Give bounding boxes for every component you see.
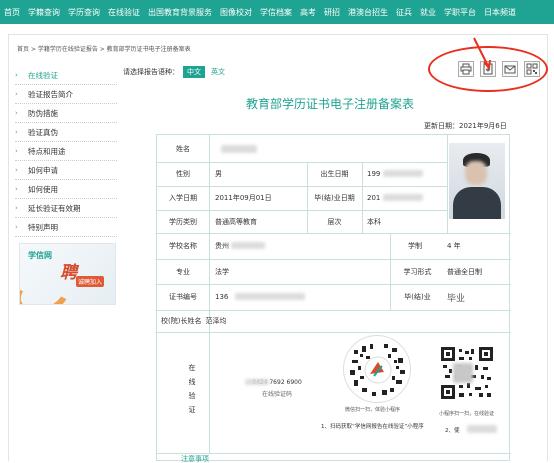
nav-item[interactable]: 在线验证 [108, 7, 140, 18]
president-label: 校(院)长姓名 范泽均 [161, 317, 227, 325]
birth-label: 出生日期 [320, 170, 349, 178]
graduation-redaction [383, 194, 423, 201]
registration-table: 姓名 性别 男 出生日期 199 入学日期 2011年09月01日 毕(结)业日… [156, 134, 511, 463]
name-redaction [221, 145, 257, 153]
sidebar-item[interactable]: › 在线验证 [15, 66, 117, 85]
verify-code-label: 在线验证码 [261, 391, 292, 398]
major-value: 法学 [215, 267, 229, 276]
duration-value: 4 年 [447, 242, 461, 250]
sidebar-item-label: 在线验证 [28, 71, 58, 80]
result-value: 毕业 [447, 293, 466, 304]
chevron-right-icon: › [15, 185, 18, 193]
sidebar-item-label: 如何使用 [28, 185, 58, 194]
sidebar: › 在线验证 › 验证报告简介 › 防伪措施 › 验证真伪 › 特点和用途 › 如何申请 › 如何使用 › 延… [15, 66, 117, 237]
chevron-right-icon: › [15, 166, 18, 174]
nav-item[interactable]: 出国教育背景服务 [148, 7, 212, 18]
annotation-circle [428, 46, 548, 92]
gender-label: 性别 [176, 170, 190, 178]
chevron-right-icon: › [15, 204, 18, 212]
language-english-button[interactable]: 英文 [211, 67, 225, 77]
school-redaction [231, 242, 265, 249]
sidebar-item-label: 特别声明 [28, 223, 58, 232]
sidebar-item-label: 防伪措施 [28, 109, 58, 118]
nav-item[interactable]: 就业 [420, 7, 436, 18]
birth-redaction [383, 170, 423, 177]
result-label: 毕(结)业 [404, 293, 431, 301]
sidebar-item-label: 延长验证有效期 [28, 204, 81, 213]
nav-item[interactable]: 高考 [300, 7, 316, 18]
nav-item[interactable]: 学历查询 [68, 7, 100, 18]
gender-value: 男 [215, 170, 222, 178]
update-date: 更新日期：2021年9月6日 [424, 122, 507, 130]
language-chinese-button[interactable]: 中文 [183, 66, 205, 78]
chevron-right-icon: › [15, 147, 18, 155]
student-photo [449, 143, 505, 219]
enroll-label: 入学日期 [169, 194, 197, 202]
sidebar-item-label: 验证报告简介 [28, 90, 73, 99]
certificate-label: 证书编号 [169, 293, 197, 301]
scan-step-1: 1、扫码获取“学信网报告在线验证”小程序 [321, 423, 424, 430]
sidebar-item[interactable]: › 特别声明 [15, 218, 117, 237]
nav-item[interactable]: 研招 [324, 7, 340, 18]
chevron-right-icon: › [15, 90, 18, 98]
mini-scan-hint: 小程序扫一扫，在线验证 [439, 411, 495, 417]
study-form-value: 普通全日制 [447, 267, 482, 276]
graduation-label: 毕(结)业日期 [314, 194, 355, 202]
online-verify-label: 在线验证 [188, 364, 196, 414]
nav-item[interactable]: 学籍查询 [28, 7, 60, 18]
document-title: 教育部学历证书电子注册备案表 [246, 97, 415, 111]
sidebar-item[interactable]: › 特点和用途 [15, 142, 117, 161]
nav-item[interactable]: 学信档案 [260, 7, 292, 18]
recruit-banner[interactable]: 学信网 聘 诚聘加入 [19, 243, 116, 305]
nav-item[interactable]: 首页 [4, 7, 20, 18]
banner-headline: 聘 [60, 263, 77, 283]
certificate-redaction [235, 293, 305, 300]
nav-item[interactable]: 图像校对 [220, 7, 252, 18]
verify-qr-redaction [453, 363, 473, 383]
sidebar-item[interactable]: › 验证报告简介 [15, 85, 117, 104]
chevron-right-icon: › [15, 223, 18, 231]
nav-item[interactable]: 征兵 [396, 7, 412, 18]
verify-code-redaction [245, 379, 269, 385]
sidebar-item[interactable]: › 如何申请 [15, 161, 117, 180]
nav-item[interactable]: 港澳台招生 [348, 7, 388, 18]
study-form-label: 学习形式 [403, 267, 432, 276]
sidebar-item-label: 特点和用途 [28, 147, 66, 156]
name-label: 姓名 [176, 144, 190, 153]
step-2-redaction [467, 425, 497, 433]
mini-program-qr[interactable] [343, 335, 411, 403]
school-label: 学校名称 [169, 242, 197, 250]
category-label: 学历类别 [169, 217, 197, 226]
wx-scan-hint: 微信扫一扫，体验小程序 [345, 407, 401, 413]
chevron-right-icon: › [15, 71, 18, 79]
sidebar-item[interactable]: › 延长验证有效期 [15, 199, 117, 218]
level-value: 本科 [367, 217, 381, 226]
chevron-right-icon: › [15, 128, 18, 136]
sidebar-item[interactable]: › 防伪措施 [15, 104, 117, 123]
top-nav: 首页 学籍查询 学历查询 在线验证 出国教育背景服务 图像校对 学信档案 高考 研招 港澳台招生征… [0, 0, 554, 24]
chevron-right-icon: › [15, 109, 18, 117]
level-label: 层次 [327, 217, 342, 226]
category-value: 普通高等教育 [215, 217, 257, 226]
duration-label: 学制 [408, 242, 422, 250]
banner-subtitle: 诚聘加入 [76, 276, 105, 287]
sidebar-item[interactable]: › 验证真伪 [15, 123, 117, 142]
nav-item[interactable]: 学职平台 [444, 7, 476, 18]
president-value: 范泽均 [205, 317, 227, 325]
enroll-value: 2011年09月01日 [215, 194, 272, 202]
notice-heading: 注意事项 [181, 455, 209, 463]
sidebar-item[interactable]: › 如何使用 [15, 180, 117, 199]
language-label: 请选择报告语种： [123, 68, 179, 76]
banner-logo: 学信网 [28, 251, 52, 260]
language-selector: 请选择报告语种： 中文 英文 [123, 66, 225, 78]
breadcrumb: 首页 > 学籍学历在线验证报告 > 教育部学历证书电子注册备案表 [17, 46, 191, 53]
major-label: 专业 [176, 267, 190, 276]
sidebar-item-label: 如何申请 [28, 166, 58, 175]
nav-item[interactable]: 日本频道 [484, 7, 516, 18]
sidebar-item-label: 验证真伪 [28, 128, 58, 137]
